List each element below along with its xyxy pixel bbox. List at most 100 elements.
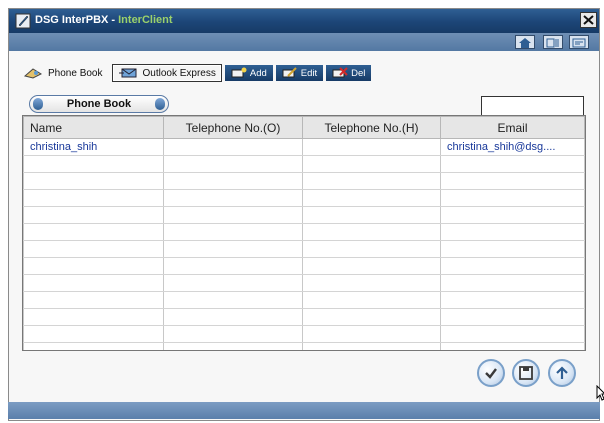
upload-icon <box>556 366 568 379</box>
save-button[interactable] <box>512 359 540 387</box>
cell-name <box>23 291 164 309</box>
cell-tel-office <box>163 274 303 292</box>
cell-name <box>23 189 164 207</box>
edit-icon <box>282 67 297 78</box>
column-header-tel-home[interactable]: Telephone No.(H) <box>302 116 441 139</box>
column-header-tel-office[interactable]: Telephone No.(O) <box>163 116 303 139</box>
title-bar: DSG InterPBX - InterClient <box>9 9 599 33</box>
close-icon <box>583 15 594 25</box>
tab-outlook-express-label: Outlook Express <box>142 67 216 79</box>
cell-tel-home <box>302 257 441 275</box>
help-button[interactable] <box>543 35 563 49</box>
cell-tel-home <box>302 308 441 326</box>
cell-tel-office <box>163 223 303 241</box>
minimize-button[interactable] <box>569 35 589 49</box>
table-row[interactable] <box>23 172 585 190</box>
delete-button[interactable]: Del <box>326 65 372 81</box>
header-bar <box>9 33 599 51</box>
edit-button[interactable]: Edit <box>275 65 324 81</box>
toolbar: Phone Book Outlook Express Add Edit Del <box>17 63 372 83</box>
table-row[interactable] <box>23 155 585 173</box>
tab-phone-book[interactable]: Phone Book <box>17 64 109 82</box>
delete-label: Del <box>351 67 366 79</box>
cell-name <box>23 274 164 292</box>
cell-tel-home <box>302 223 441 241</box>
edit-label: Edit <box>300 67 318 79</box>
search-input[interactable] <box>481 96 584 116</box>
close-button[interactable] <box>580 12 597 28</box>
cell-name <box>23 223 164 241</box>
tab-outlook-express[interactable]: Outlook Express <box>111 64 222 82</box>
window-icon <box>572 38 586 48</box>
cell-tel-home <box>302 155 441 173</box>
cell-tel-office <box>163 325 303 343</box>
phone-book-table: Name Telephone No.(O) Telephone No.(H) E… <box>22 115 586 351</box>
mouse-cursor-icon <box>596 385 604 401</box>
title-main: DSG InterPBX - <box>35 14 119 26</box>
cell-tel-office <box>163 308 303 326</box>
cell-name <box>23 155 164 173</box>
cell-name <box>23 308 164 326</box>
cell-tel-office <box>163 206 303 224</box>
table-row[interactable]: christina_shih christina_shih@dsg.... <box>23 138 585 156</box>
check-icon <box>485 368 497 379</box>
cell-email <box>440 291 585 309</box>
cell-tel-office <box>163 257 303 275</box>
help-icon <box>546 38 559 48</box>
cell-email <box>440 155 585 173</box>
cell-email <box>440 223 585 241</box>
table-row[interactable] <box>23 291 585 309</box>
add-label: Add <box>249 67 267 79</box>
section-title: Phone Book <box>29 95 169 113</box>
title-sub: InterClient <box>118 14 173 26</box>
cell-tel-office <box>163 342 303 350</box>
add-button[interactable]: Add <box>224 65 273 81</box>
table-row[interactable] <box>23 189 585 207</box>
pen-icon <box>15 13 31 29</box>
cell-tel-home <box>302 138 441 156</box>
table-row[interactable] <box>23 206 585 224</box>
table-row[interactable] <box>23 240 585 258</box>
table-row[interactable] <box>23 274 585 292</box>
cell-name <box>23 257 164 275</box>
cell-email <box>440 342 585 350</box>
phone-book-icon <box>23 68 43 79</box>
cell-email <box>440 257 585 275</box>
save-icon <box>519 366 533 380</box>
confirm-button[interactable] <box>477 359 505 387</box>
cell-tel-office <box>163 172 303 190</box>
cell-tel-home <box>302 240 441 258</box>
cell-email <box>440 189 585 207</box>
cell-tel-office <box>163 155 303 173</box>
table-row[interactable] <box>23 325 585 343</box>
cell-email <box>440 308 585 326</box>
cell-tel-home <box>302 291 441 309</box>
table-row[interactable] <box>23 257 585 275</box>
table-row[interactable] <box>23 308 585 326</box>
cell-email <box>440 274 585 292</box>
cell-email <box>440 206 585 224</box>
add-icon <box>231 67 247 78</box>
cell-tel-office <box>163 189 303 207</box>
cell-name <box>23 325 164 343</box>
home-button[interactable] <box>515 35 535 49</box>
cell-email <box>440 172 585 190</box>
status-bar <box>8 402 600 419</box>
window-title: DSG InterPBX - InterClient <box>35 14 173 26</box>
outlook-icon <box>118 68 136 78</box>
table-row[interactable] <box>23 223 585 241</box>
tab-phone-book-label: Phone Book <box>48 67 103 79</box>
cell-email: christina_shih@dsg.... <box>440 138 585 156</box>
cell-tel-office <box>163 138 303 156</box>
upload-button[interactable] <box>548 359 576 387</box>
cell-email <box>440 240 585 258</box>
cell-name <box>23 240 164 258</box>
column-header-name[interactable]: Name <box>23 116 164 139</box>
cell-tel-home <box>302 342 441 350</box>
table-header-row: Name Telephone No.(O) Telephone No.(H) E… <box>23 116 585 139</box>
table-row[interactable] <box>23 342 585 350</box>
home-icon <box>519 38 531 48</box>
cell-tel-home <box>302 274 441 292</box>
cell-tel-office <box>163 240 303 258</box>
column-header-email[interactable]: Email <box>440 116 585 139</box>
